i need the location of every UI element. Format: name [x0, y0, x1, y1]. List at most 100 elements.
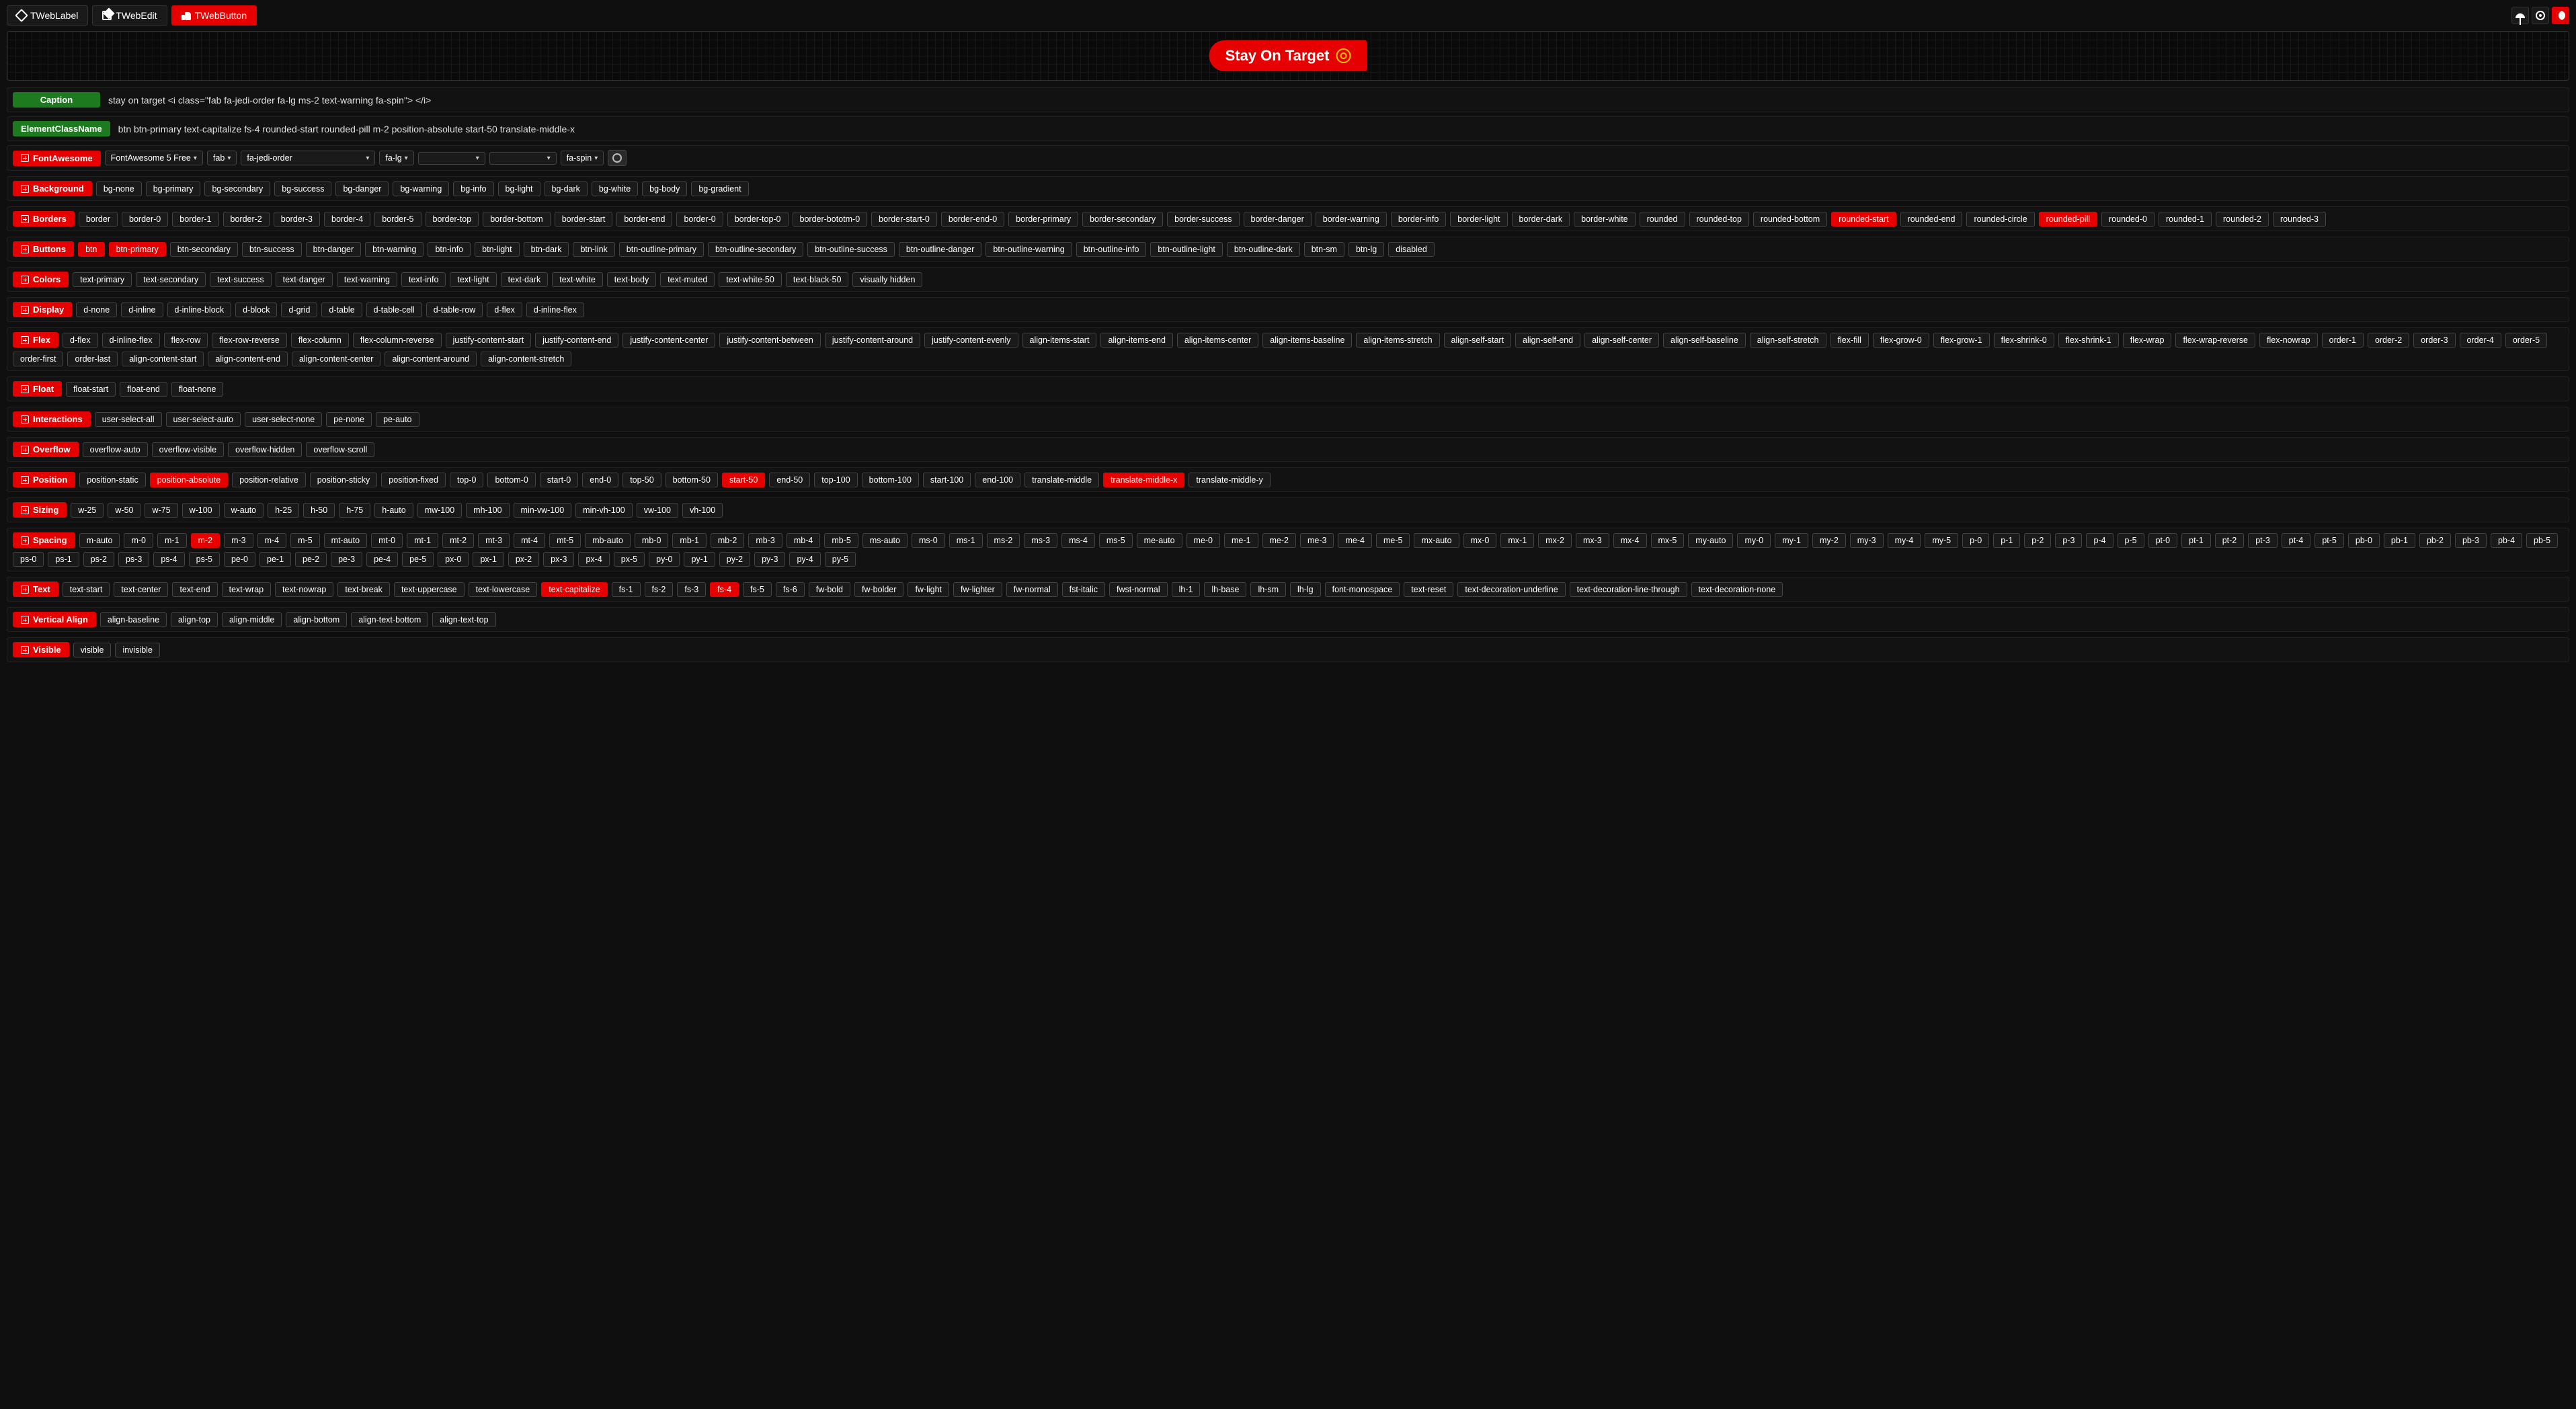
class-option-d-inline-flex[interactable]: d-inline-flex: [526, 303, 584, 317]
class-option-btn-outline-warning[interactable]: btn-outline-warning: [985, 242, 1072, 257]
class-option-font-monospace[interactable]: font-monospace: [1325, 582, 1400, 597]
class-option-start-50[interactable]: start-50: [722, 473, 765, 487]
class-option-align-content-center[interactable]: align-content-center: [292, 352, 380, 366]
class-option-py-4[interactable]: py-4: [789, 552, 820, 567]
class-option-text-info[interactable]: text-info: [401, 272, 446, 287]
class-option-my-0[interactable]: my-0: [1737, 533, 1771, 548]
class-option-translate-middle-x[interactable]: translate-middle-x: [1103, 473, 1184, 487]
class-option-btn-warning[interactable]: btn-warning: [365, 242, 424, 257]
class-option-text-white-50[interactable]: text-white-50: [719, 272, 782, 287]
class-option-top-50[interactable]: top-50: [622, 473, 661, 487]
class-option-py-3[interactable]: py-3: [754, 552, 785, 567]
class-option-float-end[interactable]: float-end: [120, 382, 167, 397]
class-option-mh-100[interactable]: mh-100: [466, 503, 509, 518]
class-option-btn-outline-secondary[interactable]: btn-outline-secondary: [708, 242, 803, 257]
class-option-order-2[interactable]: order-2: [2368, 333, 2409, 348]
class-option-fs-4[interactable]: fs-4: [710, 582, 739, 597]
class-option-mb-3[interactable]: mb-3: [748, 533, 782, 548]
class-option-align-content-stretch[interactable]: align-content-stretch: [481, 352, 571, 366]
class-option-align-text-top[interactable]: align-text-top: [432, 612, 495, 627]
class-option-p-4[interactable]: p-4: [2086, 533, 2113, 548]
class-option-ps-1[interactable]: ps-1: [48, 552, 79, 567]
class-option-float-start[interactable]: float-start: [66, 382, 116, 397]
class-option-end-50[interactable]: end-50: [769, 473, 810, 487]
class-option-border-dark[interactable]: border-dark: [1512, 212, 1570, 227]
class-option-m-5[interactable]: m-5: [290, 533, 320, 548]
fa-extra2-select[interactable]: ▾: [489, 152, 557, 165]
class-option-visually hidden[interactable]: visually hidden: [852, 272, 922, 287]
class-option-text-black-50[interactable]: text-black-50: [786, 272, 849, 287]
class-option-order-first[interactable]: order-first: [13, 352, 63, 366]
section-header-background[interactable]: Background: [13, 181, 92, 196]
class-option-btn-outline-dark[interactable]: btn-outline-dark: [1227, 242, 1300, 257]
class-option-btn-info[interactable]: btn-info: [428, 242, 471, 257]
class-option-justify-content-between[interactable]: justify-content-between: [719, 333, 821, 348]
class-option-text-dark[interactable]: text-dark: [501, 272, 549, 287]
class-option-flex-row-reverse[interactable]: flex-row-reverse: [212, 333, 287, 348]
class-option-pt-3[interactable]: pt-3: [2248, 533, 2278, 548]
class-option-user-select-none[interactable]: user-select-none: [245, 412, 322, 427]
class-option-text-nowrap[interactable]: text-nowrap: [275, 582, 333, 597]
class-option-pb-3[interactable]: pb-3: [2455, 533, 2487, 548]
class-option-text-primary[interactable]: text-primary: [73, 272, 132, 287]
class-option-my-1[interactable]: my-1: [1775, 533, 1808, 548]
section-header-vertical-align[interactable]: Vertical Align: [13, 612, 96, 627]
class-option-mb-auto[interactable]: mb-auto: [585, 533, 631, 548]
class-option-text-lowercase[interactable]: text-lowercase: [469, 582, 538, 597]
class-option-ps-4[interactable]: ps-4: [153, 552, 184, 567]
class-option-text-capitalize[interactable]: text-capitalize: [541, 582, 607, 597]
class-option-bg-body[interactable]: bg-body: [642, 182, 687, 196]
class-option-border[interactable]: border: [79, 212, 118, 227]
class-option-bottom-50[interactable]: bottom-50: [666, 473, 718, 487]
class-option-position-absolute[interactable]: position-absolute: [150, 473, 229, 487]
class-option-m-3[interactable]: m-3: [224, 533, 253, 548]
class-option-rounded[interactable]: rounded: [1640, 212, 1685, 227]
class-option-text-light[interactable]: text-light: [450, 272, 496, 287]
class-option-pb-1[interactable]: pb-1: [2384, 533, 2415, 548]
class-option-pe-auto[interactable]: pe-auto: [376, 412, 419, 427]
class-option-rounded-top[interactable]: rounded-top: [1689, 212, 1749, 227]
section-header-overflow[interactable]: Overflow: [13, 442, 79, 457]
class-option-align-self-end[interactable]: align-self-end: [1515, 333, 1580, 348]
class-option-fwst-normal[interactable]: fwst-normal: [1109, 582, 1168, 597]
class-option-m-4[interactable]: m-4: [257, 533, 287, 548]
class-option-pe-3[interactable]: pe-3: [331, 552, 362, 567]
class-option-border-2[interactable]: border-2: [223, 212, 270, 227]
class-option-align-content-around[interactable]: align-content-around: [385, 352, 477, 366]
class-option-bg-light[interactable]: bg-light: [498, 182, 540, 196]
class-option-p-3[interactable]: p-3: [2055, 533, 2082, 548]
class-option-pe-1[interactable]: pe-1: [259, 552, 291, 567]
section-header-flex[interactable]: Flex: [13, 332, 58, 348]
class-option-btn-link[interactable]: btn-link: [573, 242, 614, 257]
class-option-start-0[interactable]: start-0: [540, 473, 578, 487]
class-option-border-start[interactable]: border-start: [555, 212, 613, 227]
class-option-m-2[interactable]: m-2: [191, 533, 220, 548]
class-option-mw-100[interactable]: mw-100: [417, 503, 462, 518]
class-option-bg-danger[interactable]: bg-danger: [335, 182, 389, 196]
class-option-me-4[interactable]: me-4: [1338, 533, 1371, 548]
class-option-text-decoration-underline[interactable]: text-decoration-underline: [1457, 582, 1565, 597]
class-option-rounded-0[interactable]: rounded-0: [2101, 212, 2155, 227]
class-option-flex-wrap[interactable]: flex-wrap: [2123, 333, 2172, 348]
tab-twebedit[interactable]: TWebEdit: [92, 5, 167, 26]
class-option-py-5[interactable]: py-5: [825, 552, 856, 567]
class-option-btn-outline-primary[interactable]: btn-outline-primary: [619, 242, 704, 257]
fa-preview-icon-button[interactable]: [608, 150, 627, 166]
class-option-d-table-row[interactable]: d-table-row: [426, 303, 483, 317]
fa-size-select[interactable]: fa-lg▾: [379, 151, 413, 165]
class-option-btn-lg[interactable]: btn-lg: [1349, 242, 1384, 257]
class-option-btn-dark[interactable]: btn-dark: [524, 242, 569, 257]
class-option-flex-grow-1[interactable]: flex-grow-1: [1933, 333, 1990, 348]
class-option-mt-auto[interactable]: mt-auto: [324, 533, 367, 548]
class-option-fst-italic[interactable]: fst-italic: [1062, 582, 1105, 597]
class-option-fw-bold[interactable]: fw-bold: [809, 582, 850, 597]
class-option-rounded-start[interactable]: rounded-start: [1831, 212, 1896, 227]
tab-tweblabel[interactable]: TWebLabel: [7, 5, 88, 26]
class-option-py-0[interactable]: py-0: [649, 552, 680, 567]
class-option-text-start[interactable]: text-start: [63, 582, 110, 597]
darkmode-button[interactable]: [2552, 7, 2569, 24]
class-option-mb-1[interactable]: mb-1: [672, 533, 706, 548]
class-option-bottom-0[interactable]: bottom-0: [487, 473, 535, 487]
class-option-fs-1[interactable]: fs-1: [612, 582, 641, 597]
class-option-bg-primary[interactable]: bg-primary: [146, 182, 201, 196]
